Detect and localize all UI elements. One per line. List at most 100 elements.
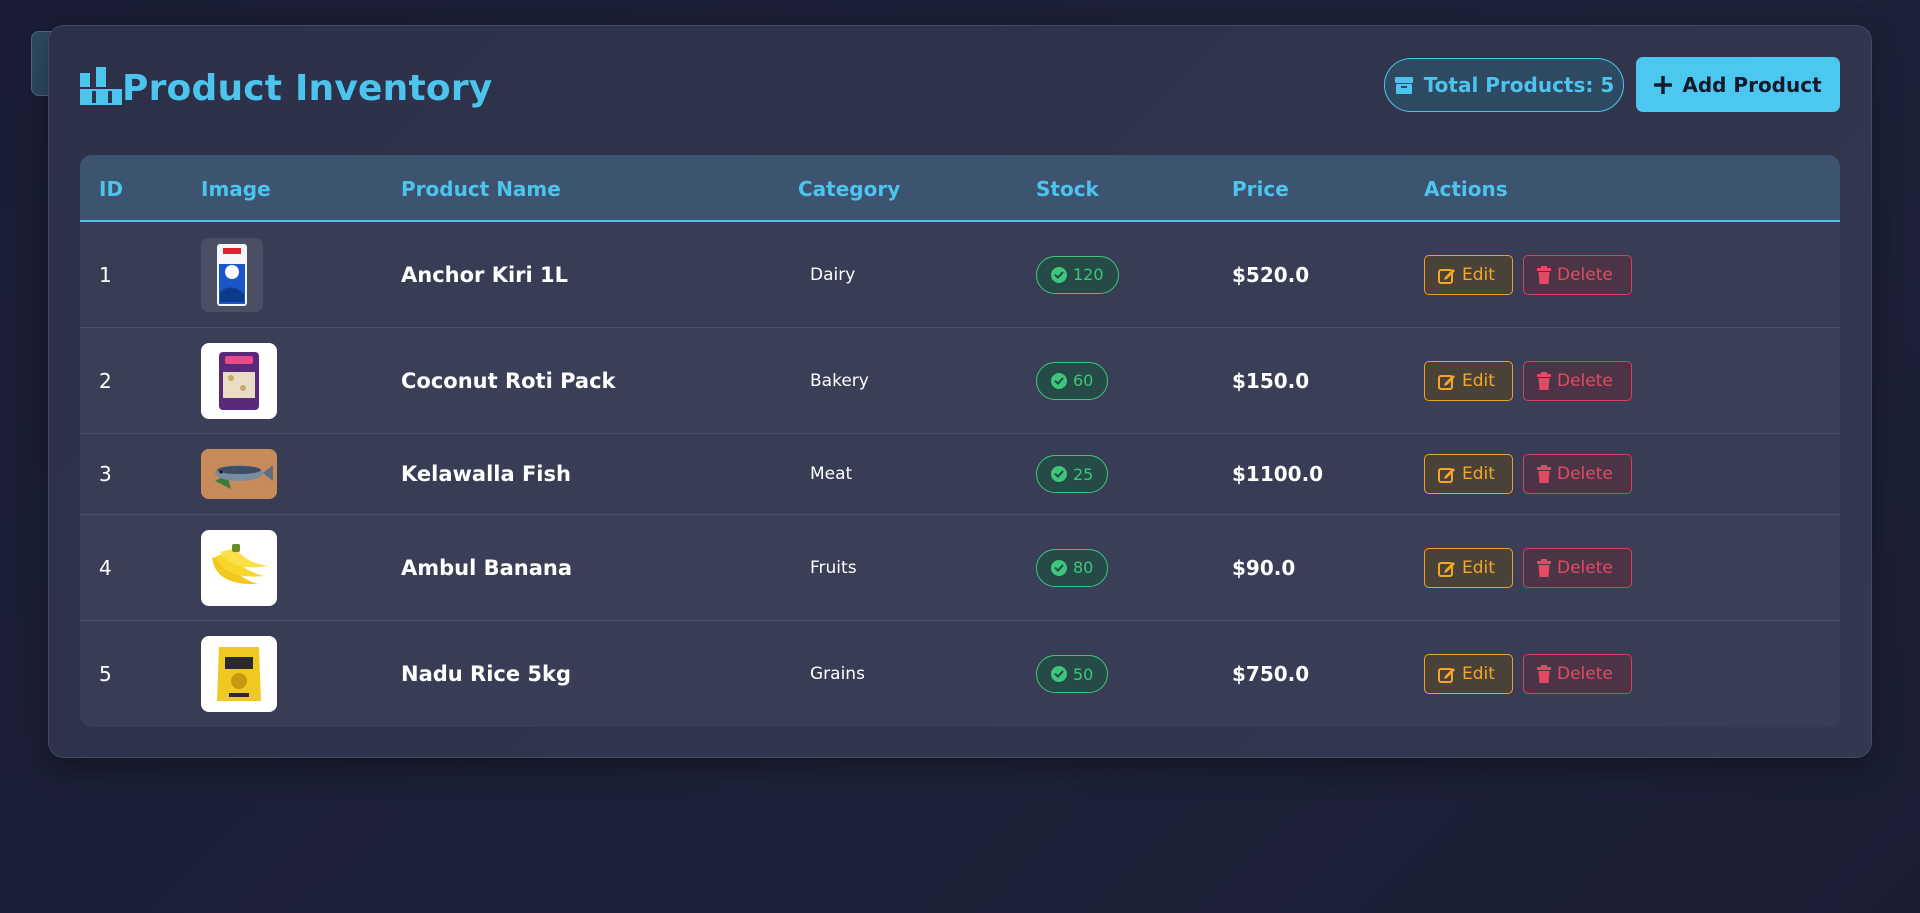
product-category: Grains (810, 664, 865, 684)
actions-cell: Edit Delete (1424, 621, 1632, 727)
product-category: Bakery (810, 370, 869, 391)
edit-label: Edit (1462, 664, 1495, 684)
trash-icon (1537, 665, 1551, 683)
page-title-wrap: Product Inventory (80, 64, 492, 112)
stock-value: 80 (1073, 558, 1094, 577)
product-name: Nadu Rice 5kg (401, 662, 572, 686)
row-id: 1 (99, 262, 112, 287)
stock-badge: 120 (1036, 255, 1119, 294)
stock-cell: 25 (1036, 434, 1109, 514)
add-product-label: Add Product (1682, 72, 1822, 97)
milk-powder-pack-image (201, 237, 263, 312)
table-row: 1 Anchor Kiri 1L Dairy 120 $520.0 Edit D… (80, 222, 1840, 328)
total-products-label: Total Products: 5 (1423, 73, 1615, 97)
delete-label: Delete (1557, 370, 1613, 391)
actions-cell: Edit Delete (1424, 434, 1632, 514)
column-header-category: Category (798, 176, 901, 201)
check-circle-icon (1051, 266, 1067, 283)
delete-label: Delete (1557, 664, 1613, 684)
column-header-stock: Stock (1036, 176, 1099, 201)
edit-icon (1438, 468, 1455, 483)
stock-value: 60 (1073, 371, 1094, 390)
trash-icon (1537, 371, 1551, 390)
edit-icon (1438, 268, 1455, 284)
column-header-image: Image (201, 176, 271, 201)
delete-button[interactable]: Delete (1523, 360, 1632, 401)
product-image-cell (201, 434, 277, 514)
product-price: $150.0 (1232, 368, 1310, 393)
check-circle-icon (1051, 559, 1067, 576)
trash-icon (1537, 465, 1551, 483)
table-row: 4 Ambul Banana Fruits 80 $90.0 Edit Dele… (80, 515, 1840, 621)
delete-button[interactable]: Delete (1523, 454, 1632, 494)
delete-button[interactable]: Delete (1523, 254, 1632, 295)
edit-button[interactable]: Edit (1424, 654, 1513, 694)
stock-cell: 50 (1036, 621, 1109, 727)
rice-bag-image (201, 636, 277, 712)
edit-button[interactable]: Edit (1424, 547, 1513, 588)
page-title: Product Inventory (122, 67, 493, 109)
edit-button[interactable]: Edit (1424, 360, 1513, 401)
table-row: 5 Nadu Rice 5kg Grains 50 $750.0 Edit De… (80, 621, 1840, 727)
delete-button[interactable]: Delete (1523, 547, 1632, 588)
edit-icon (1438, 561, 1455, 577)
roti-pack-image (201, 342, 277, 419)
stock-badge: 25 (1036, 455, 1109, 493)
row-id: 2 (99, 368, 112, 393)
stock-value: 50 (1073, 664, 1094, 684)
table-row: 2 Coconut Roti Pack Bakery 60 $150.0 Edi… (80, 328, 1840, 434)
edit-button[interactable]: Edit (1424, 454, 1513, 494)
column-header-price: Price (1232, 176, 1289, 201)
product-category: Meat (810, 464, 853, 484)
product-image-cell (201, 222, 263, 327)
row-id: 4 (99, 555, 112, 580)
fish-image (201, 449, 277, 499)
check-circle-icon (1051, 666, 1067, 682)
total-products-badge: Total Products: 5 (1384, 58, 1624, 112)
stock-badge: 80 (1036, 548, 1109, 587)
stock-value: 120 (1073, 265, 1104, 284)
edit-label: Edit (1462, 264, 1495, 285)
product-name: Ambul Banana (401, 555, 573, 580)
product-name: Kelawalla Fish (401, 462, 571, 486)
check-circle-icon (1051, 372, 1067, 389)
stock-cell: 80 (1036, 515, 1109, 620)
delete-button[interactable]: Delete (1523, 654, 1632, 694)
product-name: Coconut Roti Pack (401, 368, 616, 393)
stock-cell: 120 (1036, 222, 1119, 327)
stock-badge: 50 (1036, 655, 1109, 693)
banana-image (201, 529, 277, 606)
delete-label: Delete (1557, 264, 1613, 285)
edit-icon (1438, 374, 1455, 390)
product-price: $90.0 (1232, 555, 1296, 580)
column-header-actions: Actions (1424, 176, 1508, 201)
product-category: Dairy (810, 264, 856, 285)
product-category: Fruits (810, 557, 857, 578)
product-price: $520.0 (1232, 262, 1310, 287)
product-price: $750.0 (1232, 662, 1310, 686)
stock-badge: 60 (1036, 361, 1109, 400)
trash-icon (1537, 558, 1551, 577)
delete-label: Delete (1557, 464, 1613, 484)
actions-cell: Edit Delete (1424, 515, 1632, 620)
row-id: 5 (99, 662, 112, 686)
edit-icon (1438, 668, 1455, 683)
add-product-button[interactable]: Add Product (1636, 57, 1840, 112)
table-header: ID Image Product Name Category Stock Pri… (80, 155, 1840, 222)
edit-button[interactable]: Edit (1424, 254, 1513, 295)
delete-label: Delete (1557, 557, 1613, 578)
product-image-cell (201, 328, 277, 433)
product-name: Anchor Kiri 1L (401, 262, 569, 287)
box-icon (1394, 77, 1413, 94)
column-header-id: ID (99, 176, 124, 201)
row-id: 3 (99, 462, 112, 486)
product-price: $1100.0 (1232, 462, 1324, 486)
edit-label: Edit (1462, 464, 1495, 484)
plus-icon (1654, 75, 1673, 94)
stock-value: 25 (1073, 464, 1094, 484)
product-table: ID Image Product Name Category Stock Pri… (80, 155, 1840, 727)
table-row: 3 Kelawalla Fish Meat 25 $1100.0 Edit De… (80, 434, 1840, 515)
product-image-cell (201, 621, 277, 727)
trash-icon (1537, 265, 1551, 284)
product-image-cell (201, 515, 277, 620)
